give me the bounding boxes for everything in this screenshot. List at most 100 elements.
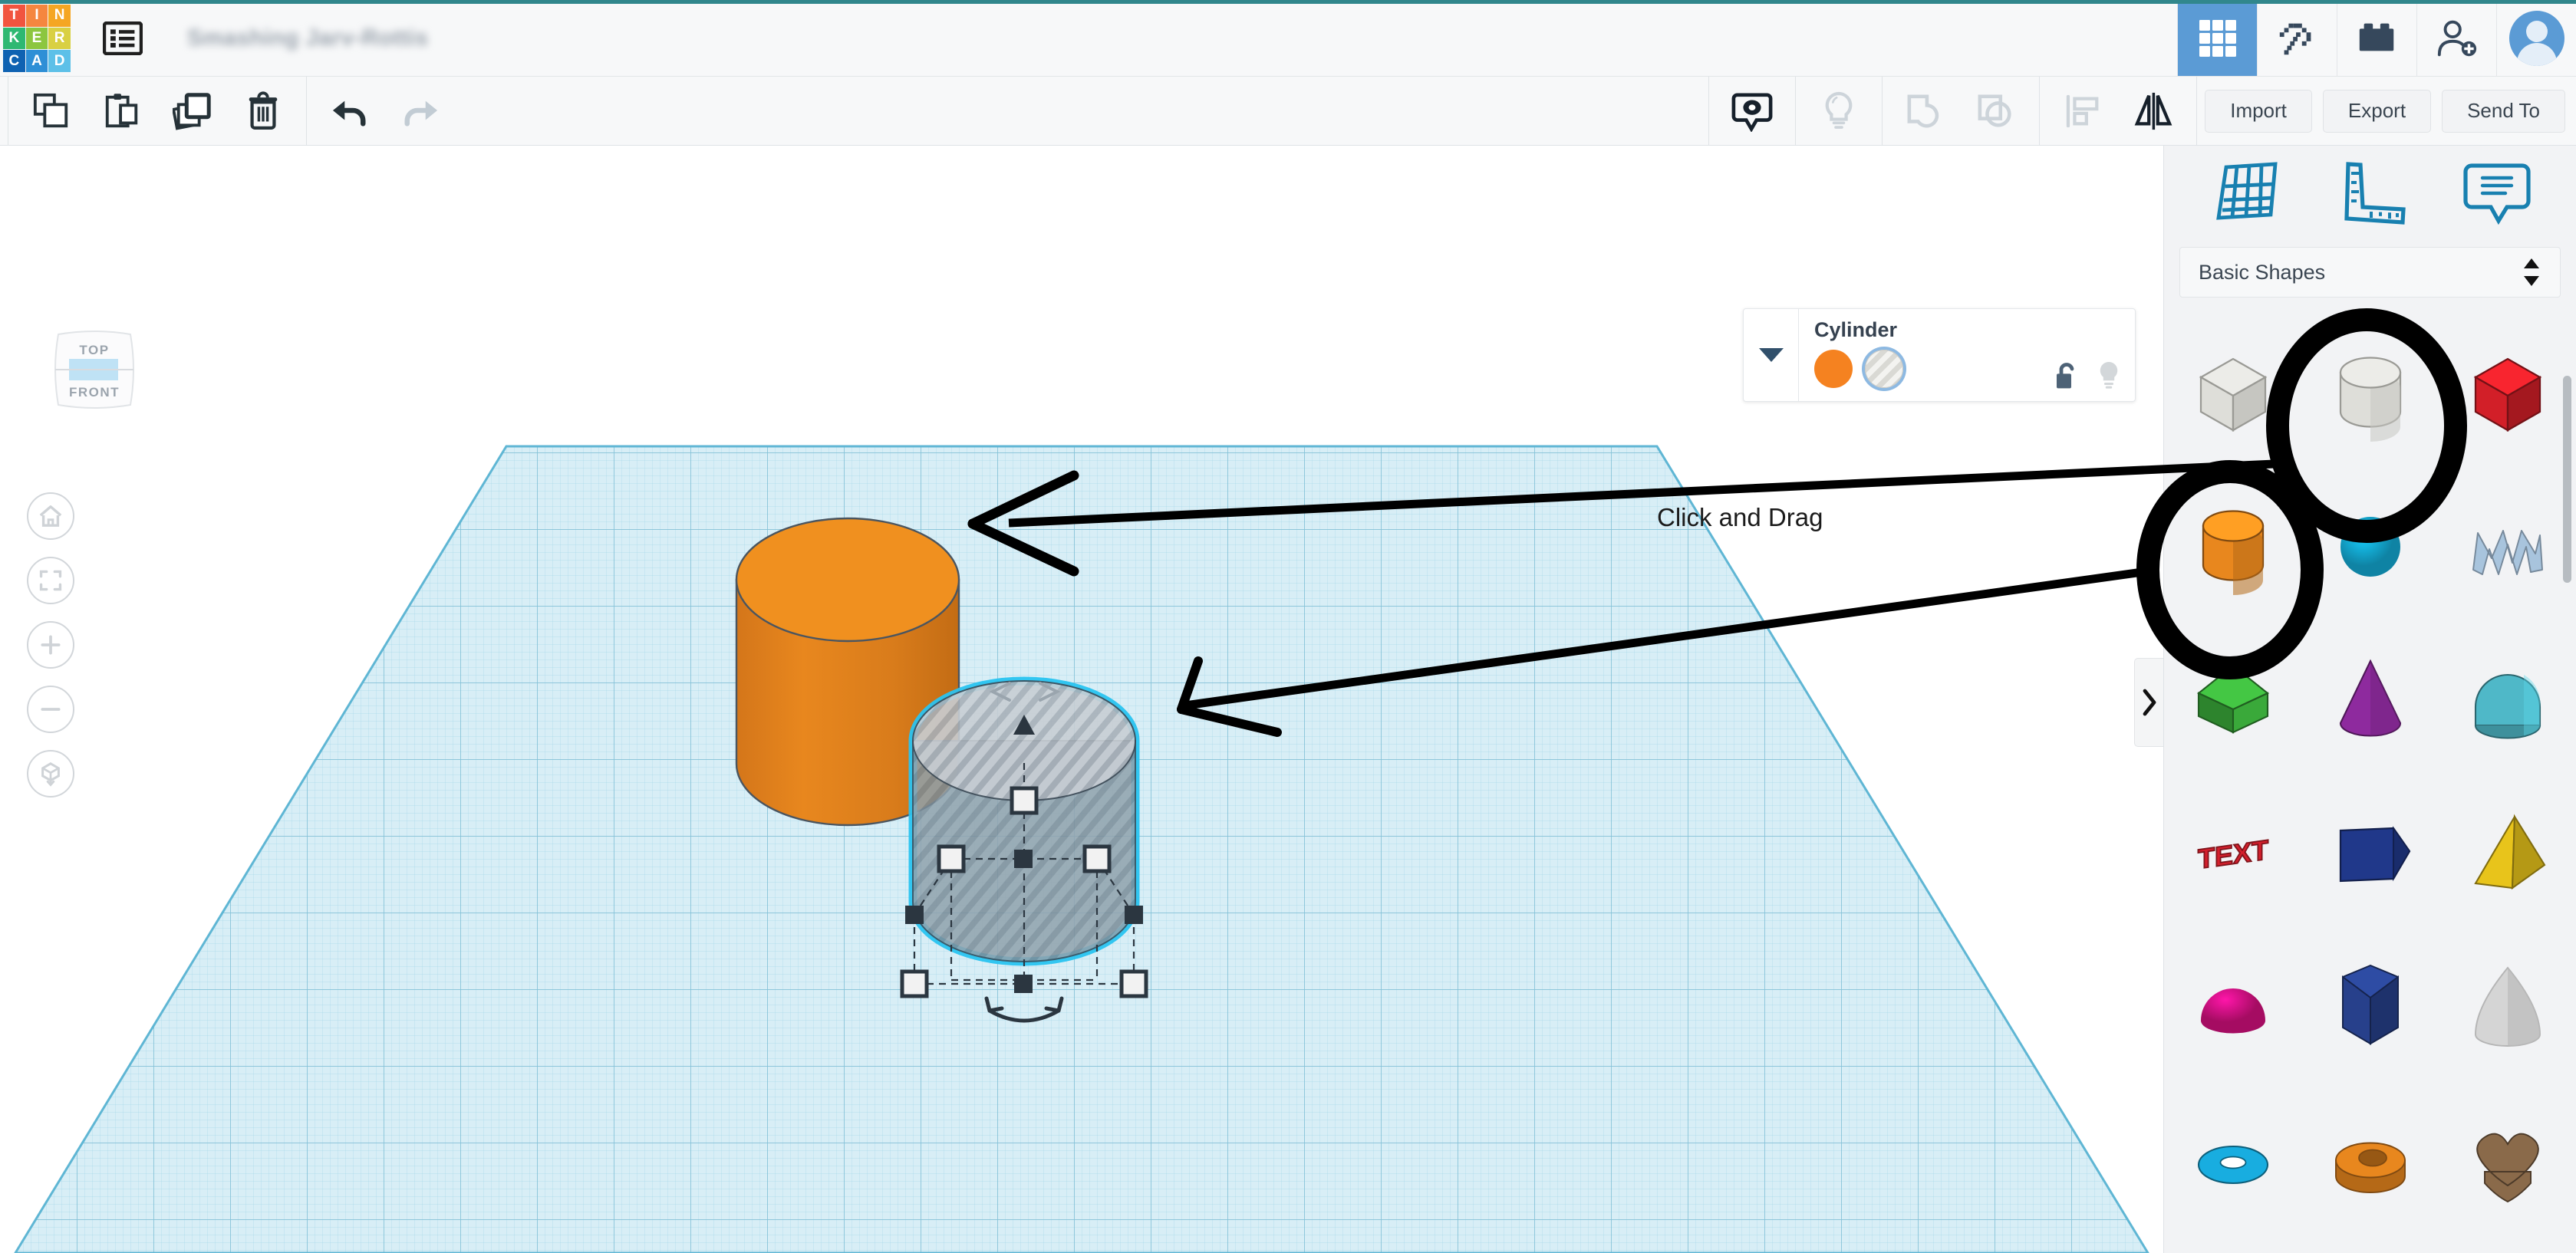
shape-cone[interactable] (2301, 621, 2439, 774)
blocks-grid-button[interactable] (2177, 0, 2257, 76)
duplicate-layers-icon (173, 92, 211, 130)
workplane-button[interactable] (2209, 160, 2283, 231)
shape-hexagon-prism[interactable] (2301, 928, 2439, 1081)
align-button[interactable] (2047, 77, 2118, 146)
shape-roof[interactable] (2164, 621, 2301, 774)
shape-cylinder-hole[interactable] (2301, 314, 2439, 468)
3d-viewport[interactable]: TOP FRONT TOP FRONT (0, 146, 2163, 1253)
shape-half-sphere[interactable] (2164, 928, 2301, 1081)
logo-tile-r: R (48, 27, 71, 50)
ruler-icon (2344, 161, 2406, 225)
shape-sphere[interactable] (2301, 468, 2439, 621)
lightbulb-icon[interactable] (2097, 360, 2121, 390)
toolbar-divider-4 (1795, 76, 1797, 146)
note-button[interactable] (1717, 77, 1787, 146)
fit-view-button[interactable] (27, 557, 74, 604)
logo-tile-t: T (3, 5, 25, 27)
shape-wedge-icon (2339, 826, 2410, 883)
panel-collapse-button[interactable] (2134, 658, 2163, 747)
project-title[interactable]: Smashing Jarv-Rottis (187, 0, 428, 76)
duplicate-button[interactable] (157, 77, 228, 146)
light-button[interactable] (1804, 77, 1874, 146)
send-to-button[interactable]: Send To (2442, 89, 2565, 133)
property-card-actions (2054, 360, 2121, 390)
shape-property-card[interactable]: Cylinder (1743, 308, 2136, 402)
user-avatar-button[interactable] (2496, 0, 2576, 76)
note-callout-icon (2462, 163, 2531, 225)
svg-text:TEXT: TEXT (2198, 834, 2268, 875)
category-label: Basic Shapes (2199, 260, 2326, 284)
group-button[interactable] (1890, 77, 1961, 146)
grid-3x3-icon (2199, 19, 2236, 57)
shape-cylinder-hole-icon (2339, 357, 2401, 442)
clipboard-paste-icon (105, 93, 138, 127)
minus-icon (41, 708, 61, 711)
shape-half-cylinder[interactable] (2439, 621, 2576, 774)
annotation-label: Click and Drag (1657, 503, 1823, 531)
view-cube[interactable]: TOP FRONT TOP FRONT (44, 324, 144, 416)
panel-scrollbar-thumb[interactable] (2563, 376, 2571, 583)
tinkercad-logo[interactable]: TIN KER CAD (3, 5, 71, 72)
unlock-icon[interactable] (2054, 360, 2080, 390)
minecraft-button[interactable] (2257, 0, 2337, 76)
logo-tile-d: D (48, 50, 71, 72)
home-view-button[interactable] (27, 492, 74, 540)
paste-button[interactable] (87, 77, 157, 146)
avatar (2508, 10, 2564, 66)
shape-category-dropdown[interactable]: Basic Shapes (2179, 247, 2561, 298)
shape-box-hole[interactable] (2164, 314, 2301, 468)
edit-toolbar: Import Export Send To (0, 76, 2576, 146)
note-panel-button[interactable] (2462, 160, 2532, 231)
logo-tile-a: A (25, 50, 48, 72)
shape-paraboloid-icon (2474, 966, 2541, 1047)
lightbulb-icon (1825, 91, 1853, 129)
shape-wedge[interactable] (2301, 774, 2439, 928)
shape-pyramid-icon (2473, 814, 2545, 890)
hamburger-list-icon (103, 21, 143, 55)
redo-button[interactable] (385, 77, 456, 146)
hole-swatch[interactable] (1865, 350, 1903, 388)
shape-half-sphere-icon (2200, 988, 2265, 1034)
main-menu-button[interactable] (86, 0, 160, 76)
ruler-button[interactable] (2336, 160, 2410, 231)
logo-tile-k: K (3, 27, 25, 50)
copy-button[interactable] (16, 77, 87, 146)
logo-tile-c: C (3, 50, 25, 72)
shape-scribble[interactable] (2439, 468, 2576, 621)
shape-torus[interactable] (2164, 1081, 2301, 1235)
shape-box[interactable] (2439, 314, 2576, 468)
chevron-down-icon (1758, 348, 1784, 362)
workplane-grid-icon (2215, 161, 2278, 220)
plus-icon (41, 635, 61, 655)
note-callout-icon (1731, 92, 1773, 132)
mirror-button[interactable] (2118, 77, 2189, 146)
import-button[interactable]: Import (2205, 89, 2312, 133)
undo-button[interactable] (315, 77, 385, 146)
export-button[interactable]: Export (2322, 89, 2432, 133)
shape-hexagon-prism-icon (2341, 964, 2399, 1045)
property-collapse-button[interactable] (1744, 309, 1799, 401)
shape-text[interactable]: TEXT (2164, 774, 2301, 928)
person-add-icon (2437, 20, 2476, 56)
view-cube-icon: TOP FRONT (54, 331, 134, 409)
invite-button[interactable] (2416, 0, 2496, 76)
zoom-in-button[interactable] (27, 621, 74, 669)
shape-tube[interactable] (2301, 1081, 2439, 1235)
solid-swatch[interactable] (1814, 350, 1853, 388)
shape-pyramid[interactable] (2439, 774, 2576, 928)
ungroup-button[interactable] (1961, 77, 2031, 146)
shape-cylinder[interactable] (2164, 468, 2301, 621)
shape-text-icon: TEXT (2197, 833, 2269, 876)
mirror-flip-icon (2134, 92, 2172, 130)
shape-torus-icon (2197, 1145, 2268, 1185)
perspective-toggle-button[interactable] (27, 750, 74, 798)
delete-button[interactable] (228, 77, 298, 146)
shape-roof-icon (2196, 664, 2269, 734)
shape-heart[interactable] (2439, 1081, 2576, 1235)
lego-button[interactable] (2337, 0, 2416, 76)
svg-text:FRONT: FRONT (69, 385, 120, 400)
shape-paraboloid[interactable] (2439, 928, 2576, 1081)
align-icon (2067, 94, 2099, 127)
redo-arrow-icon (404, 100, 438, 127)
zoom-out-button[interactable] (27, 686, 74, 733)
